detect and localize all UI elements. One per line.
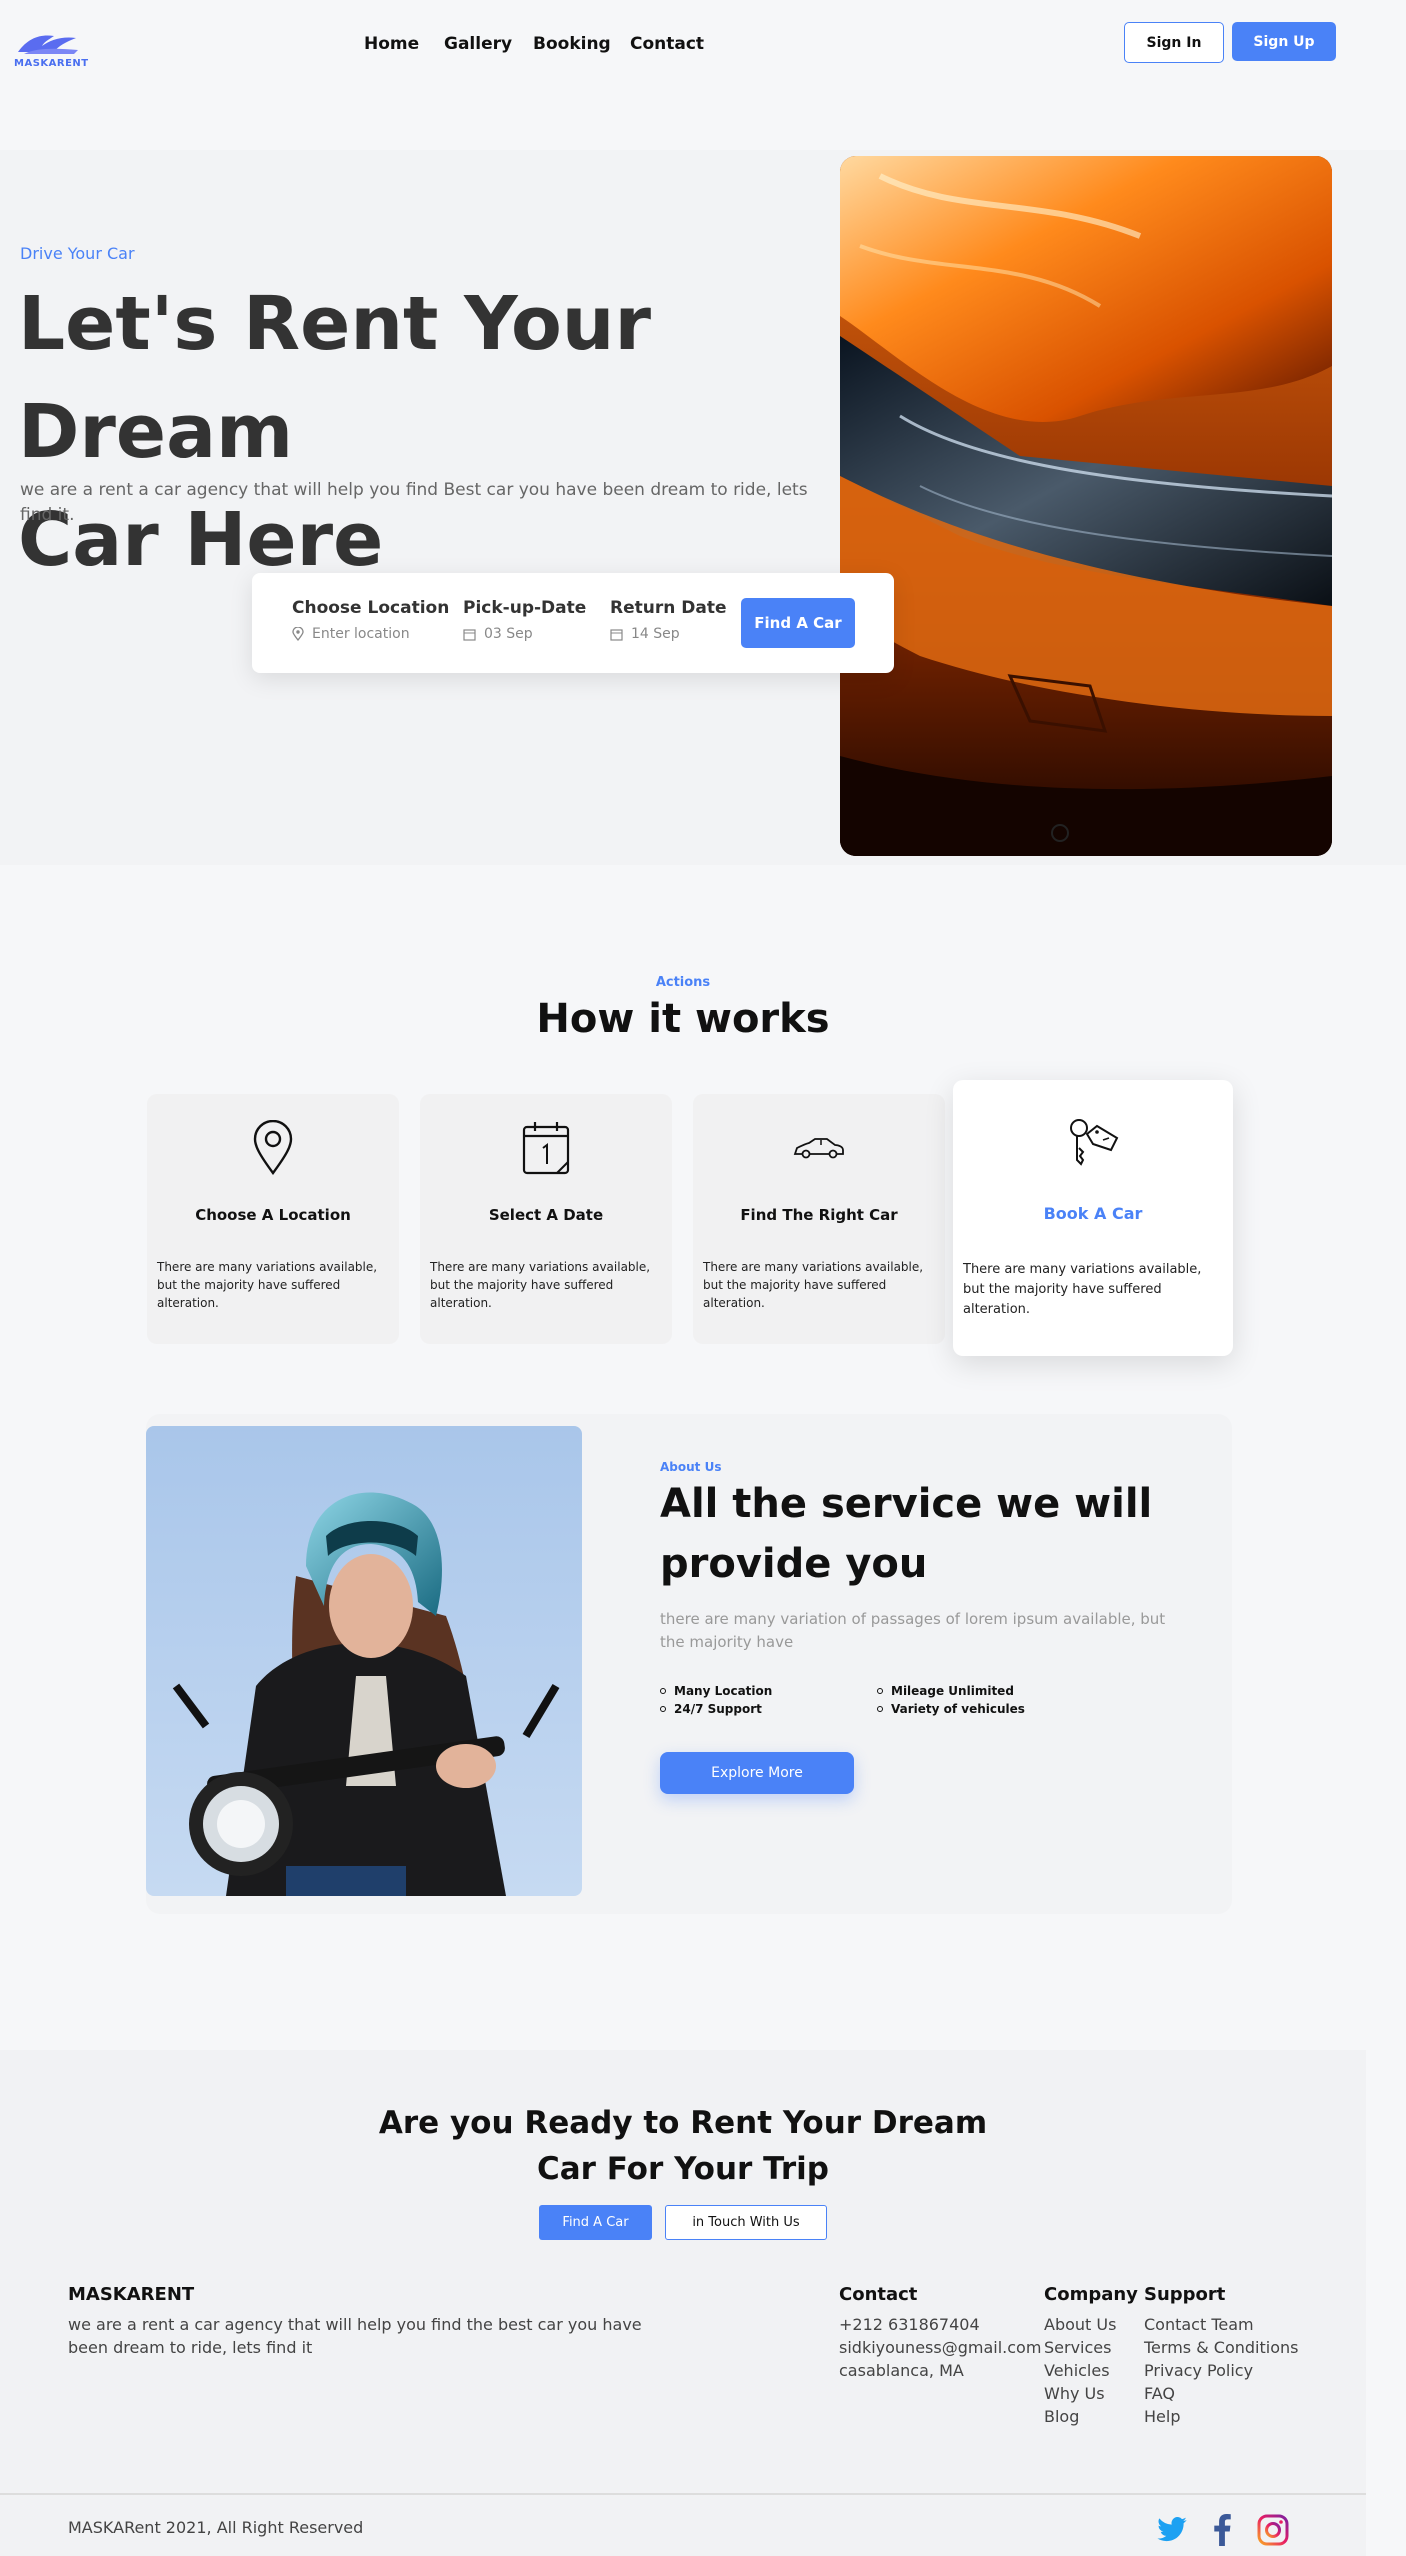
footer-link-faq[interactable]: FAQ <box>1144 2382 1175 2405</box>
footer-link-services[interactable]: Services <box>1044 2336 1111 2359</box>
nav-booking[interactable]: Booking <box>533 34 611 54</box>
return-date-value[interactable]: 14 Sep <box>631 626 680 642</box>
footer-contact-email[interactable]: sidkiyouness@gmail.com <box>839 2336 1041 2359</box>
footer-link-privacy[interactable]: Privacy Policy <box>1144 2359 1253 2382</box>
sign-up-button[interactable]: Sign Up <box>1232 22 1336 61</box>
search-location[interactable]: Choose Location Enter location <box>292 598 449 642</box>
step-card-location[interactable]: Choose A Location There are many variati… <box>147 1094 399 1344</box>
sign-in-button[interactable]: Sign In <box>1124 22 1224 63</box>
footer-link-terms[interactable]: Terms & Conditions <box>1144 2336 1298 2359</box>
card-desc: There are many variations available, but… <box>963 1262 1202 1317</box>
footer-link-about[interactable]: About Us <box>1044 2313 1116 2336</box>
feature-item: Variety of vehicules <box>877 1702 1025 1716</box>
card-desc: There are many variations available, but… <box>157 1260 378 1310</box>
calendar-small-icon <box>463 628 476 641</box>
bullet-icon <box>877 1706 883 1712</box>
footer-contact-phone[interactable]: +212 631867404 <box>839 2313 980 2336</box>
feature-item: 24/7 Support <box>660 1702 762 1716</box>
cta-title-line2: Car For Your Trip <box>537 2151 829 2187</box>
pickup-date-value[interactable]: 03 Sep <box>484 626 533 642</box>
logo-mark-icon <box>18 35 78 54</box>
facebook-icon[interactable] <box>1212 2514 1232 2546</box>
bullet-icon <box>660 1688 666 1694</box>
cta-title: Are you Ready to Rent Your Dream Car For… <box>0 2100 1366 2192</box>
nav-contact[interactable]: Contact <box>630 34 704 54</box>
footer-contact-title: Contact <box>839 2284 918 2305</box>
feature-item: Mileage Unlimited <box>877 1684 1014 1698</box>
footer-support-title: Support <box>1144 2284 1226 2305</box>
bullet-icon <box>877 1688 883 1694</box>
footer-link-contact-team[interactable]: Contact Team <box>1144 2313 1254 2336</box>
nav-gallery[interactable]: Gallery <box>444 34 512 54</box>
about-rider-image <box>146 1426 582 1896</box>
footer-contact-city: casablanca, MA <box>839 2361 964 2380</box>
search-pickup[interactable]: Pick-up-Date 03 Sep <box>463 598 586 642</box>
footer-link-vehicles[interactable]: Vehicles <box>1044 2359 1110 2382</box>
feature-item: Many Location <box>660 1684 772 1698</box>
return-title: Return Date <box>610 598 727 618</box>
find-car-button[interactable]: Find A Car <box>741 598 855 648</box>
step-card-date[interactable]: Select A Date There are many variations … <box>420 1094 672 1344</box>
twitter-icon[interactable] <box>1156 2516 1188 2544</box>
instagram-icon[interactable] <box>1257 2514 1289 2546</box>
card-desc: There are many variations available, but… <box>430 1260 651 1310</box>
nav-home[interactable]: Home <box>364 34 419 54</box>
car-keys-icon <box>1070 1119 1119 1166</box>
cta-find-car-button[interactable]: Find A Car <box>539 2205 652 2240</box>
hero-car-image <box>840 156 1332 856</box>
card-title: Choose A Location <box>195 1206 351 1224</box>
bullet-icon <box>660 1706 666 1712</box>
search-return[interactable]: Return Date 14 Sep <box>610 598 727 642</box>
location-input[interactable]: Enter location <box>312 626 410 642</box>
footer-link-why-us[interactable]: Why Us <box>1044 2382 1105 2405</box>
map-pin-icon <box>253 1120 293 1176</box>
footer-divider <box>0 2493 1366 2495</box>
step-card-book[interactable]: Book A Car There are many variations ava… <box>953 1080 1233 1356</box>
location-pin-icon <box>292 627 304 641</box>
footer-company-title: Company <box>1044 2284 1138 2305</box>
about-title: All the service we will provide you <box>660 1481 1153 1587</box>
pickup-title: Pick-up-Date <box>463 598 587 618</box>
step-card-car[interactable]: Find The Right Car There are many variat… <box>693 1094 945 1344</box>
copyright: MASKARent 2021, All Right Reserved <box>68 2518 364 2537</box>
search-box: Choose Location Enter location Pick-up-D… <box>252 573 894 673</box>
footer-link-help[interactable]: Help <box>1144 2405 1180 2428</box>
cta-touch-button[interactable]: in Touch With Us <box>665 2205 827 2240</box>
calendar-small-icon <box>610 628 623 641</box>
calendar-icon <box>522 1122 570 1175</box>
how-eyebrow: Actions <box>655 975 711 990</box>
location-title: Choose Location <box>292 598 450 618</box>
cta-title-line1: Are you Ready to Rent Your Dream <box>378 2105 988 2141</box>
hero-description: we are a rent a car agency that will hel… <box>20 480 808 525</box>
hero-title: Let's Rent Your Dream Car Here <box>18 270 838 594</box>
brand-name: MASKARENT <box>14 58 89 69</box>
footer-link-blog[interactable]: Blog <box>1044 2405 1079 2428</box>
about-description: there are many variation of passages of … <box>660 1610 1166 1651</box>
card-desc: There are many variations available, but… <box>703 1260 924 1310</box>
card-title: Book A Car <box>1043 1204 1143 1223</box>
hero-title-line1: Let's Rent Your Dream <box>18 281 651 475</box>
footer-brand-description: we are a rent a car agency that will hel… <box>68 2315 642 2357</box>
explore-more-button[interactable]: Explore More <box>660 1752 854 1794</box>
card-title: Select A Date <box>488 1206 604 1224</box>
about-eyebrow: About Us <box>660 1460 722 1474</box>
card-title: Find The Right Car <box>740 1206 898 1224</box>
car-icon <box>793 1138 844 1159</box>
how-title: How it works <box>536 996 830 1042</box>
footer-brand: MASKARENT <box>68 2284 195 2305</box>
hero-eyebrow: Drive Your Car <box>20 244 135 263</box>
